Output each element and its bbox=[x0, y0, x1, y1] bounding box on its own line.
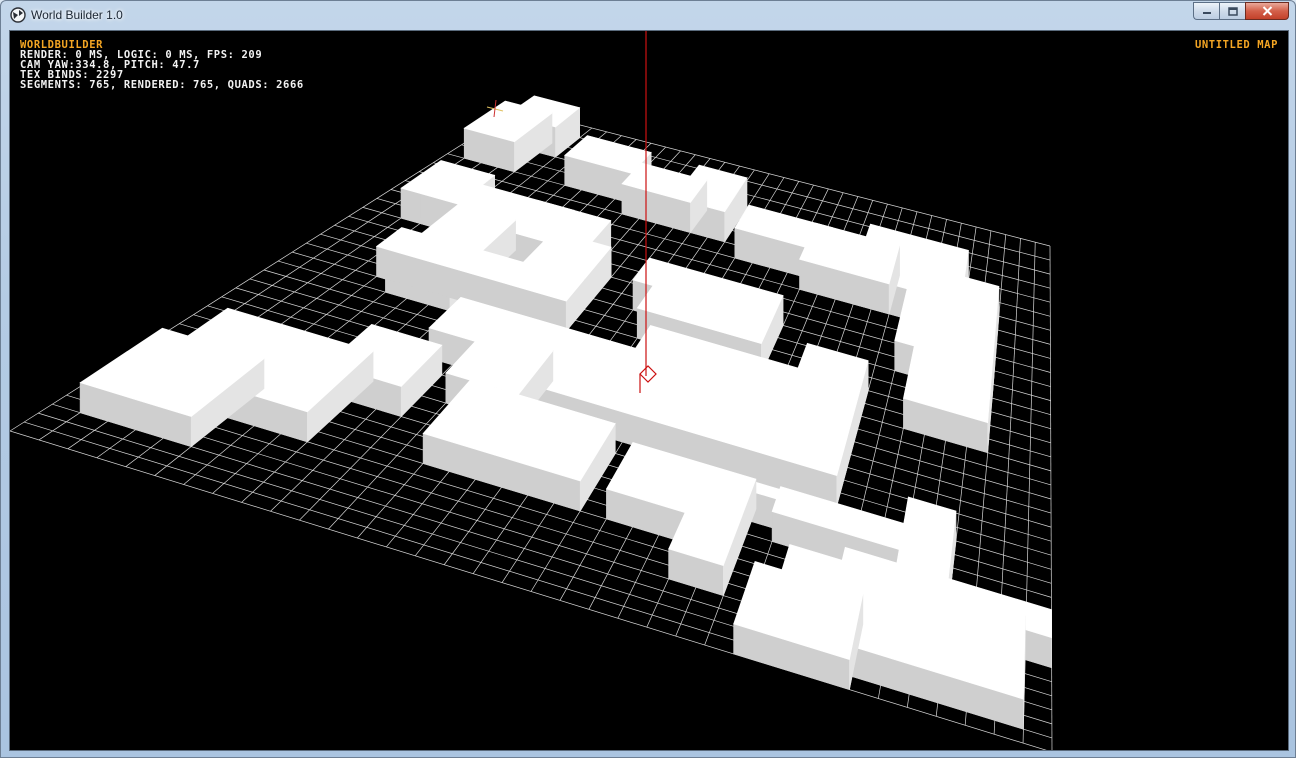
hud-map-name: UNTITLED MAP bbox=[1194, 39, 1278, 51]
app-window: World Builder 1.0 WORLDBUILDER RENDER: 0… bbox=[0, 0, 1296, 758]
hud-segments: SEGMENTS: 765, RENDERED: 765, QUADS: 266… bbox=[20, 79, 304, 91]
minimize-button[interactable] bbox=[1193, 2, 1219, 20]
3d-viewport[interactable]: WORLDBUILDER RENDER: 0 MS, LOGIC: 0 MS, … bbox=[9, 30, 1289, 751]
window-title: World Builder 1.0 bbox=[31, 8, 123, 22]
minimize-icon bbox=[1202, 12, 1211, 14]
maximize-button[interactable] bbox=[1219, 2, 1245, 20]
hud-stats: WORLDBUILDER RENDER: 0 MS, LOGIC: 0 MS, … bbox=[20, 40, 304, 91]
title-bar[interactable]: World Builder 1.0 bbox=[1, 1, 1295, 30]
caption-buttons bbox=[1193, 2, 1289, 21]
app-icon bbox=[10, 7, 26, 23]
close-icon bbox=[1262, 6, 1272, 16]
world-blocks bbox=[79, 95, 1053, 730]
close-button[interactable] bbox=[1245, 2, 1289, 20]
maximize-icon bbox=[1227, 6, 1238, 16]
map-scene[interactable] bbox=[10, 31, 1289, 751]
